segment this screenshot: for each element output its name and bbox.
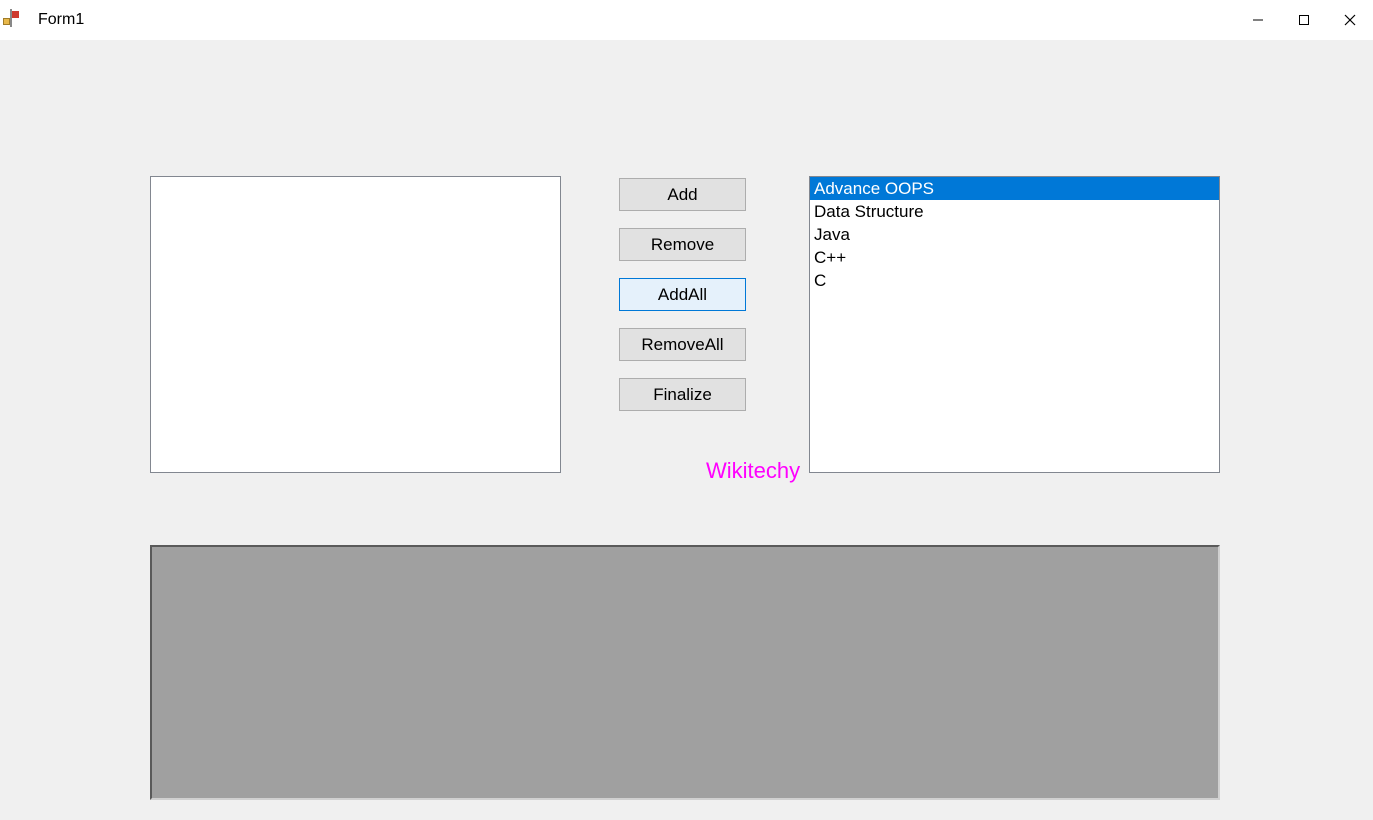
addall-button[interactable]: AddAll xyxy=(619,278,746,311)
list-item[interactable]: Data Structure xyxy=(810,200,1219,223)
gray-panel xyxy=(150,545,1220,800)
client-area: Add Remove AddAll RemoveAll Finalize Adv… xyxy=(0,40,1373,820)
remove-button[interactable]: Remove xyxy=(619,228,746,261)
window-title: Form1 xyxy=(38,11,84,29)
finalize-button[interactable]: Finalize xyxy=(619,378,746,411)
close-icon xyxy=(1344,14,1356,26)
button-column: Add Remove AddAll RemoveAll Finalize xyxy=(619,178,746,428)
app-icon xyxy=(10,10,30,30)
list-item[interactable]: C xyxy=(810,269,1219,292)
removeall-button[interactable]: RemoveAll xyxy=(619,328,746,361)
listbox-right[interactable]: Advance OOPSData StructureJavaC++C xyxy=(809,176,1220,473)
list-item[interactable]: C++ xyxy=(810,246,1219,269)
list-item[interactable]: Java xyxy=(810,223,1219,246)
maximize-button[interactable] xyxy=(1281,0,1327,40)
listbox-left[interactable] xyxy=(150,176,561,473)
add-button[interactable]: Add xyxy=(619,178,746,211)
watermark-label: Wikitechy xyxy=(706,458,800,484)
minimize-icon xyxy=(1252,14,1264,26)
titlebar: Form1 xyxy=(0,0,1373,40)
maximize-icon xyxy=(1298,14,1310,26)
close-button[interactable] xyxy=(1327,0,1373,40)
list-item[interactable]: Advance OOPS xyxy=(810,177,1219,200)
minimize-button[interactable] xyxy=(1235,0,1281,40)
